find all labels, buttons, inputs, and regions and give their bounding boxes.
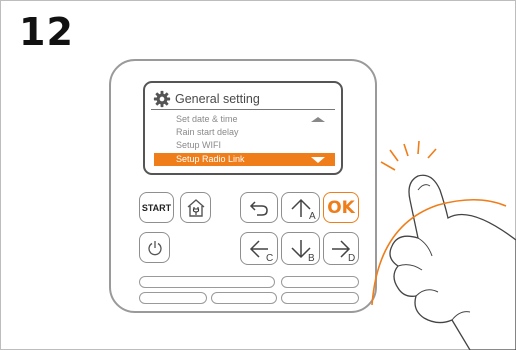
pointing-hand-illustration [371, 140, 516, 350]
press-rays-icon [380, 140, 437, 171]
